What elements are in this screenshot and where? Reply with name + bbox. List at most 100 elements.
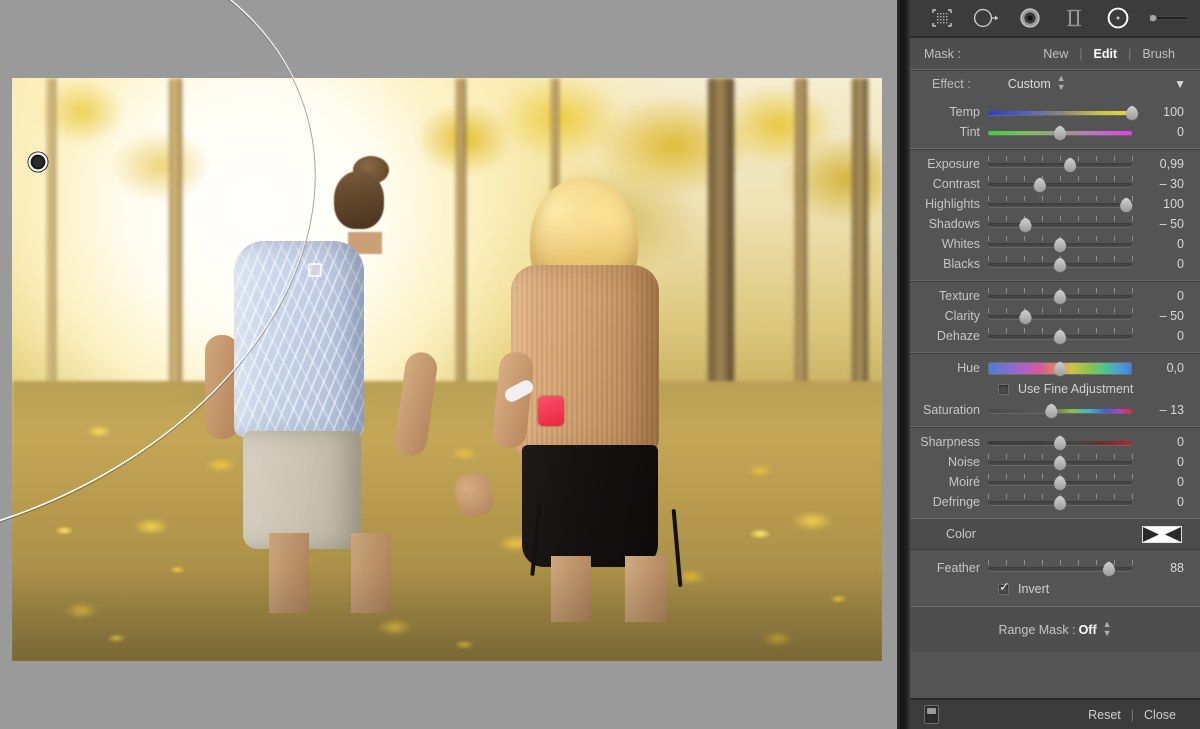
slider-track-moir-[interactable] xyxy=(988,472,1133,492)
photo-man-head xyxy=(333,171,384,230)
slider-row-contrast[interactable]: Contrast – 30 xyxy=(910,174,1200,194)
photograph xyxy=(12,78,882,661)
slider-label-defringe: Defringe xyxy=(932,495,980,509)
slider-label-dehaze: Dehaze xyxy=(936,329,980,343)
slider-label-shadows: Shadows xyxy=(928,217,980,231)
linear-gradient-tool-icon[interactable] xyxy=(1052,3,1096,33)
fine-adjustment-label: Use Fine Adjustment xyxy=(1018,382,1134,396)
slider-value-exposure: 0,99 xyxy=(1159,157,1184,171)
slider-track-dehaze[interactable] xyxy=(988,326,1133,346)
filmstrip-icon[interactable] xyxy=(924,705,939,724)
slider-row-saturation[interactable]: Saturation – 13 xyxy=(910,400,1200,420)
fine-adjustment-checkbox[interactable] xyxy=(998,383,1009,395)
select-subject-icon[interactable] xyxy=(920,3,964,33)
slider-track-blacks[interactable] xyxy=(988,254,1133,274)
slider-row-feather[interactable]: Feather 88 xyxy=(910,558,1200,578)
slider-row-tint[interactable]: Tint 0 xyxy=(910,122,1200,142)
slider-row-shadows[interactable]: Shadows – 50 xyxy=(910,214,1200,234)
slider-label-contrast: Contrast xyxy=(932,177,980,191)
mask-tab-edit[interactable]: Edit xyxy=(1082,47,1128,61)
slider-row-dehaze[interactable]: Dehaze 0 xyxy=(910,326,1200,346)
slider-row-blacks[interactable]: Blacks 0 xyxy=(910,254,1200,274)
slider-track-clarity[interactable] xyxy=(988,306,1133,326)
invert-checkbox[interactable] xyxy=(998,580,1010,595)
slider-track-fill xyxy=(988,163,1132,167)
slider-row-hue[interactable]: Hue 0,0 xyxy=(910,358,1200,378)
effect-stepper-icon[interactable]: ▲ ▼ xyxy=(1057,73,1066,92)
white-balance-group: Temp 100 Tint 0 xyxy=(910,97,1200,148)
slider-track-feather[interactable] xyxy=(988,558,1133,578)
brush-tool-icon[interactable] xyxy=(1096,3,1140,33)
slider-row-temp[interactable]: Temp 100 xyxy=(910,102,1200,122)
slider-track-highlights[interactable] xyxy=(988,194,1133,214)
slider-row-moir-[interactable]: Moiré 0 xyxy=(910,472,1200,492)
photo-man-shirt xyxy=(233,241,364,438)
slider-knob-sharpness[interactable] xyxy=(1053,435,1067,451)
photo-woman-skirt xyxy=(521,445,658,568)
slider-row-exposure[interactable]: Exposure 0,99 xyxy=(910,154,1200,174)
slider-track-contrast[interactable] xyxy=(988,174,1133,194)
slider-label-feather: Feather xyxy=(936,561,980,575)
slider-row-defringe[interactable]: Defringe 0 xyxy=(910,492,1200,512)
slider-track-shadows[interactable] xyxy=(988,214,1133,234)
range-mask-value[interactable]: Off xyxy=(1079,623,1097,637)
photo-canopy xyxy=(12,78,882,417)
mask-tab-brush[interactable]: Brush xyxy=(1131,47,1186,61)
slider-label-hue: Hue xyxy=(957,361,980,375)
mask-tab-new[interactable]: New xyxy=(1032,47,1079,61)
slider-value-defringe: 0 xyxy=(1177,495,1184,509)
effect-collapse-caret-icon[interactable]: ▼ xyxy=(1174,77,1186,91)
color-row[interactable]: Color xyxy=(910,518,1200,550)
slider-ticks xyxy=(988,308,1133,313)
slider-label-temp: Temp xyxy=(949,105,980,119)
slider-row-whites[interactable]: Whites 0 xyxy=(910,234,1200,254)
radial-gradient-tool-icon[interactable] xyxy=(964,3,1008,33)
slider-track-defringe[interactable] xyxy=(988,492,1133,512)
slider-label-highlights: Highlights xyxy=(925,197,980,211)
color-range-tool-icon[interactable] xyxy=(1008,3,1052,33)
slider-track-tint[interactable] xyxy=(988,122,1132,142)
invert-row[interactable]: Invert xyxy=(910,578,1200,600)
slider-value-tint: 0 xyxy=(1177,125,1184,139)
slider-value-saturation: – 13 xyxy=(1159,403,1184,417)
panel-footer: Reset | Close xyxy=(910,698,1200,729)
invert-label: Invert xyxy=(1018,582,1050,596)
slider-label-tint: Tint xyxy=(959,125,980,139)
image-canvas-area[interactable] xyxy=(0,0,897,729)
panel-divider xyxy=(897,0,910,729)
reset-button[interactable]: Reset xyxy=(1078,708,1131,722)
slider-row-texture[interactable]: Texture 0 xyxy=(910,286,1200,306)
color-label: Color xyxy=(946,527,976,541)
slider-row-noise[interactable]: Noise 0 xyxy=(910,452,1200,472)
slider-row-highlights[interactable]: Highlights 100 xyxy=(910,194,1200,214)
slider-track-hue[interactable] xyxy=(988,358,1132,378)
slider-track-temp[interactable] xyxy=(988,102,1139,122)
range-mask-stepper-icon[interactable]: ▲ ▼ xyxy=(1103,619,1112,638)
slider-track-whites[interactable] xyxy=(988,234,1133,254)
brush-size-slider[interactable] xyxy=(1140,3,1190,33)
slider-knob-tint[interactable] xyxy=(1053,125,1067,141)
photo-frame[interactable] xyxy=(12,78,882,661)
slider-track-exposure[interactable] xyxy=(988,154,1133,174)
slider-ticks xyxy=(988,196,1133,201)
slider-track-sharpness[interactable] xyxy=(988,432,1132,452)
close-button[interactable]: Close xyxy=(1134,708,1186,722)
color-swatch[interactable] xyxy=(1142,525,1182,543)
slider-label-sharpness: Sharpness xyxy=(920,435,980,449)
range-mask-row[interactable]: Range Mask : Off ▲ ▼ xyxy=(910,606,1200,652)
slider-track-noise[interactable] xyxy=(988,452,1133,472)
slider-track-fill xyxy=(988,203,1132,207)
photo-woman-watch xyxy=(538,395,565,426)
slider-value-moir-: 0 xyxy=(1177,475,1184,489)
slider-track-saturation[interactable] xyxy=(988,400,1132,420)
slider-track-texture[interactable] xyxy=(988,286,1133,306)
photo-woman-sweater xyxy=(510,264,659,455)
slider-track-fill xyxy=(988,111,1132,115)
slider-knob-saturation[interactable] xyxy=(1045,403,1058,419)
slider-value-whites: 0 xyxy=(1177,237,1184,251)
effect-label: Effect : xyxy=(932,76,971,91)
slider-row-clarity[interactable]: Clarity – 50 xyxy=(910,306,1200,326)
slider-row-sharpness[interactable]: Sharpness 0 xyxy=(910,432,1200,452)
fine-adjustment-row[interactable]: Use Fine Adjustment xyxy=(910,378,1200,400)
effect-preset-value[interactable]: Custom xyxy=(1008,77,1051,91)
